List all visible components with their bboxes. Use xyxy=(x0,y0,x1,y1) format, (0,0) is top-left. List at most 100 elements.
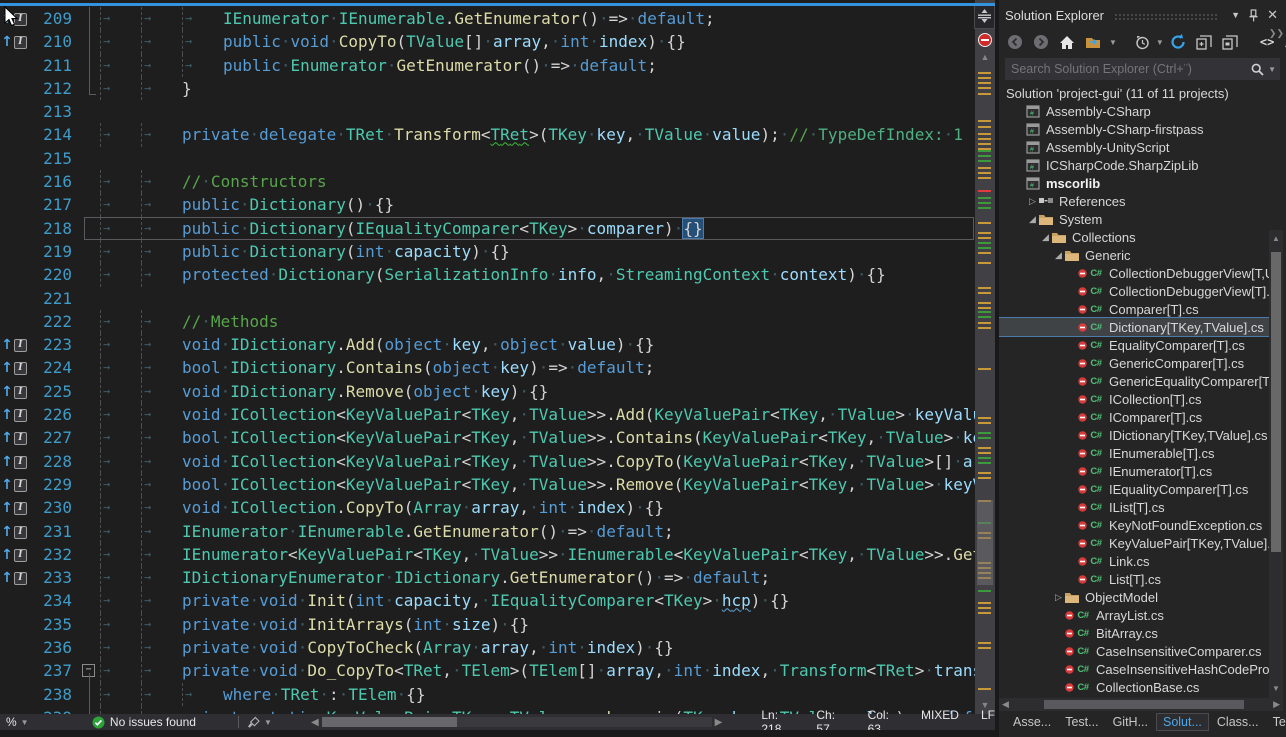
tree-item-file[interactable]: C#IEqualityComparer[T].cs xyxy=(999,480,1269,498)
tree-item-file[interactable]: C#ArrayList.cs xyxy=(999,606,1269,624)
show-all-files-icon[interactable] xyxy=(1218,35,1242,50)
split-editor-handle-icon[interactable] xyxy=(974,3,995,29)
code-line-238[interactable]: 238→→→where·TRet·:·TElem·{} xyxy=(0,683,975,706)
implements-glyph[interactable]: ↑I xyxy=(0,566,28,589)
expander-collapsed-icon[interactable]: ▷ xyxy=(1027,196,1038,207)
code-line-213[interactable]: 213 xyxy=(0,100,975,123)
code-line-229[interactable]: ↑I229→→bool·ICollection<KeyValuePair<TKe… xyxy=(0,473,975,496)
tool-window-tab-asse[interactable]: Asse... xyxy=(1007,714,1057,730)
code-lines[interactable]: ↑I209→→→IEnumerator·IEnumerable.GetEnume… xyxy=(0,7,975,729)
sync-caret-icon[interactable]: ▼ xyxy=(1109,38,1117,47)
implements-glyph[interactable]: ↑I xyxy=(0,333,28,356)
outline-margin[interactable] xyxy=(72,473,100,496)
scroll-up-icon[interactable]: ▲ xyxy=(975,52,995,62)
tool-window-tab-tea[interactable]: Tea... xyxy=(1267,714,1286,730)
code-line-227[interactable]: ↑I227→→bool·ICollection<KeyValuePair<TKe… xyxy=(0,426,975,449)
refresh-icon[interactable] xyxy=(1166,34,1190,50)
scroll-right-icon[interactable]: ▶ xyxy=(712,717,726,728)
window-position-chevron-icon[interactable]: ▼ xyxy=(1227,10,1244,20)
tree-item-file[interactable]: C#IEnumerator[T].cs xyxy=(999,462,1269,480)
code-line-221[interactable]: 221 xyxy=(0,287,975,310)
code-editor[interactable]: ↑I209→→→IEnumerator·IEnumerable.GetEnume… xyxy=(0,0,995,737)
outline-margin[interactable] xyxy=(72,263,100,286)
tree-item-file[interactable]: C#CaseInsensitiveHashCodeProvider.cs xyxy=(999,660,1269,678)
scroll-left-icon[interactable]: ◀ xyxy=(999,699,1012,710)
error-indicator-icon[interactable] xyxy=(978,33,992,47)
outline-margin[interactable] xyxy=(72,147,100,170)
tree-item-project[interactable]: #Assembly-CSharp xyxy=(999,102,1269,120)
implements-glyph[interactable]: ↑I xyxy=(0,426,28,449)
code-line-214[interactable]: 214→→private·delegate·TRet·Transform<TRe… xyxy=(0,123,975,146)
implements-glyph[interactable]: ↑I xyxy=(0,356,28,379)
outline-margin[interactable] xyxy=(72,170,100,193)
outline-margin[interactable] xyxy=(72,100,100,123)
outline-margin[interactable] xyxy=(72,54,100,77)
search-magnifier-icon[interactable] xyxy=(1251,63,1264,76)
tree-hscroll-thumb[interactable] xyxy=(1044,700,1244,709)
outline-margin[interactable] xyxy=(72,240,100,263)
code-line-219[interactable]: 219→→public·Dictionary(int·capacity)·{} xyxy=(0,240,975,263)
tree-item-project[interactable]: #ICSharpCode.SharpZipLib xyxy=(999,156,1269,174)
tree-item-file[interactable]: C#CollectionDebuggerView[T,U].cs xyxy=(999,264,1269,282)
code-line-217[interactable]: 217→→public·Dictionary()·{} xyxy=(0,193,975,216)
outline-margin[interactable] xyxy=(72,566,100,589)
forward-icon[interactable] xyxy=(1029,34,1053,50)
tree-item-references[interactable]: ▷References xyxy=(999,192,1269,210)
tree-item-project[interactable]: #mscorlib xyxy=(999,174,1269,192)
tool-window-tab-solut[interactable]: Solut... xyxy=(1156,713,1209,731)
editor-horizontal-scrollbar[interactable]: ◀ ▶ xyxy=(308,717,725,728)
code-line-234[interactable]: 234→→private·void·Init(int·capacity,·IEq… xyxy=(0,589,975,612)
tool-window-tab-test[interactable]: Test... xyxy=(1059,714,1104,730)
expander-collapsed-icon[interactable]: ▷ xyxy=(1053,592,1064,603)
history-clock-icon[interactable] xyxy=(1131,35,1154,50)
implements-glyph[interactable]: ↑I xyxy=(0,520,28,543)
code-line-226[interactable]: ↑I226→→void·ICollection<KeyValuePair<TKe… xyxy=(0,403,975,426)
brush-icon[interactable] xyxy=(247,716,260,729)
outline-margin[interactable] xyxy=(72,30,100,53)
solution-tree[interactable]: Solution 'project-gui' (11 of 11 project… xyxy=(999,84,1269,698)
outline-margin[interactable] xyxy=(72,77,100,100)
outline-margin[interactable] xyxy=(72,683,100,706)
code-line-231[interactable]: ↑I231→→IEnumerator·IEnumerable.GetEnumer… xyxy=(0,520,975,543)
tree-item-generic[interactable]: ◢Generic xyxy=(999,246,1269,264)
outline-margin[interactable] xyxy=(72,543,100,566)
scroll-down-icon[interactable]: ▼ xyxy=(1269,684,1283,693)
outline-margin[interactable] xyxy=(72,403,100,426)
code-line-223[interactable]: ↑I223→→void·IDictionary.Add(object·key,·… xyxy=(0,333,975,356)
code-line-224[interactable]: ↑I224→→bool·IDictionary.Contains(object·… xyxy=(0,356,975,379)
code-line-215[interactable]: 215 xyxy=(0,147,975,170)
brush-caret-icon[interactable]: ▼ xyxy=(264,718,272,727)
expander-expanded-icon[interactable]: ◢ xyxy=(1027,214,1038,225)
code-line-237[interactable]: 237−→→private·void·Do_CopyTo<TRet,·TElem… xyxy=(0,659,975,682)
tree-item-system[interactable]: ◢System xyxy=(999,210,1269,228)
search-caret-icon[interactable]: ▼ xyxy=(1268,65,1276,74)
outline-margin[interactable] xyxy=(72,310,100,333)
tree-item-file[interactable]: C#GenericComparer[T].cs xyxy=(999,354,1269,372)
collapse-all-icon[interactable] xyxy=(1192,35,1216,50)
history-caret-icon[interactable]: ▼ xyxy=(1156,38,1164,47)
zoom-caret-icon[interactable]: ▼ xyxy=(21,718,29,727)
outline-margin[interactable] xyxy=(72,123,100,146)
code-line-209[interactable]: ↑I209→→→IEnumerator·IEnumerable.GetEnume… xyxy=(0,7,975,30)
code-line-233[interactable]: ↑I233→→IDictionaryEnumerator·IDictionary… xyxy=(0,566,975,589)
code-line-212[interactable]: 212→→} xyxy=(0,77,975,100)
scroll-left-icon[interactable]: ◀ xyxy=(308,717,322,728)
overflow-chevrons-icon[interactable]: ❯❯ xyxy=(1269,28,1284,39)
code-line-222[interactable]: 222→→//·Methods xyxy=(0,310,975,333)
expander-expanded-icon[interactable]: ◢ xyxy=(1040,232,1051,243)
outline-margin[interactable] xyxy=(72,450,100,473)
tool-window-tab-class[interactable]: Class... xyxy=(1211,714,1265,730)
tree-item-file[interactable]: C#KeyValuePair[TKey,TValue].cs xyxy=(999,534,1269,552)
pin-icon[interactable] xyxy=(1244,9,1263,22)
back-icon[interactable] xyxy=(1003,34,1027,50)
tree-item-project[interactable]: #Assembly-CSharp-firstpass xyxy=(999,120,1269,138)
code-line-216[interactable]: 216→→//·Constructors xyxy=(0,170,975,193)
tree-item-file[interactable]: C#Link.cs xyxy=(999,552,1269,570)
hscroll-thumb[interactable] xyxy=(322,717,457,727)
tree-item-collections[interactable]: ◢Collections xyxy=(999,228,1269,246)
close-icon[interactable]: ✕ xyxy=(1263,7,1282,23)
code-line-228[interactable]: ↑I228→→void·ICollection<KeyValuePair<TKe… xyxy=(0,450,975,473)
outline-margin[interactable] xyxy=(72,217,100,240)
code-line-230[interactable]: ↑I230→→void·ICollection.CopyTo(Array·arr… xyxy=(0,496,975,519)
code-line-225[interactable]: ↑I225→→void·IDictionary.Remove(object·ke… xyxy=(0,380,975,403)
